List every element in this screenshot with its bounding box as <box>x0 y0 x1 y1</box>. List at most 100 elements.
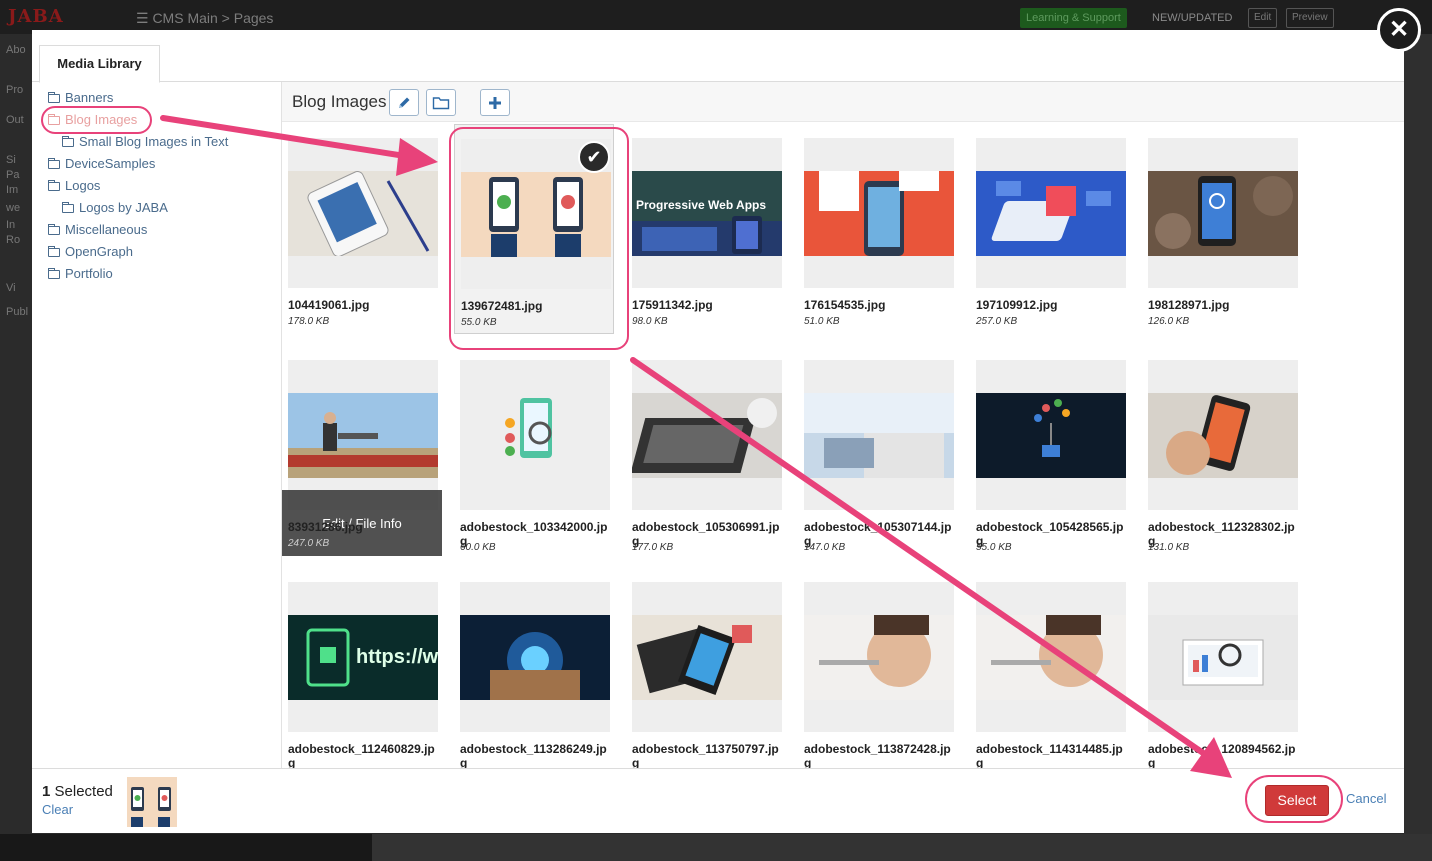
background-left-panel: Abo Pro Out Si Pa Im we In Ro Vi Publ <box>0 34 32 861</box>
clear-selection-link[interactable]: Clear <box>42 802 73 817</box>
folder-tree-label: Small Blog Images in Text <box>79 134 229 149</box>
background-left-label: Pa <box>6 169 20 181</box>
media-item[interactable]: adobestock_103342000.jpg 60.0 KB <box>454 346 614 556</box>
media-filesize: 177.0 KB <box>632 542 674 553</box>
media-thumbnail <box>460 360 610 510</box>
media-filesize: 51.0 KB <box>804 316 840 327</box>
folder-tree-label: Blog Images <box>65 112 138 127</box>
media-filesize: 147.0 KB <box>804 542 846 553</box>
folder-tree-label: Logos by JABA <box>79 200 168 215</box>
media-thumbnail <box>804 360 954 510</box>
plus-icon <box>489 96 501 109</box>
folder-tree-item[interactable]: DeviceSamples <box>48 156 155 171</box>
media-filename: adobestock_113750797.jpg <box>632 742 779 768</box>
folder-icon <box>48 158 60 169</box>
folder-icon <box>48 180 60 191</box>
folder-icon <box>62 136 74 147</box>
rename-folder-button[interactable] <box>389 89 419 116</box>
media-thumbnail <box>804 138 954 288</box>
media-item[interactable]: adobestock_105307144.jpg 147.0 KB <box>798 346 958 556</box>
folder-tree-label: Portfolio <box>65 266 113 281</box>
folder-tree-item[interactable]: OpenGraph <box>48 244 133 259</box>
media-thumbnail <box>1148 582 1298 732</box>
media-thumbnail <box>460 582 610 732</box>
media-thumbnail <box>632 582 782 732</box>
media-grid: 104419061.jpg 178.0 KB ✔ 139672481.jpg 55.0 … <box>282 122 1404 768</box>
background-topbar: JABA ☰ CMS Main > Pages Learning & Suppo… <box>0 0 1432 34</box>
media-item[interactable]: adobestock_105306991.jpg 177.0 KB <box>626 346 786 556</box>
media-item[interactable]: adobestock_105428565.jpg 55.0 KB <box>970 346 1130 556</box>
new-folder-button[interactable] <box>426 89 456 116</box>
new-updated-label: NEW/UPDATED <box>1152 12 1233 24</box>
media-item[interactable]: adobestock_112328302.jpg 131.0 KB <box>1142 346 1302 556</box>
background-left-label: In <box>6 219 16 231</box>
media-item[interactable]: 197109912.jpg 257.0 KB <box>970 124 1130 334</box>
learning-support-button: Learning & Support <box>1020 8 1127 28</box>
folder-tree-label: OpenGraph <box>65 244 133 259</box>
upload-button[interactable] <box>480 89 510 116</box>
close-modal-button[interactable]: ✕ <box>1377 8 1421 52</box>
media-thumbnail <box>976 582 1126 732</box>
media-item[interactable]: https://w adobestock_112460829.jpg <box>282 568 442 768</box>
app-logo: JABA <box>8 6 64 27</box>
select-button[interactable]: Select <box>1265 785 1329 816</box>
media-item[interactable]: adobestock_120894562.jpg <box>1142 568 1302 768</box>
media-item[interactable]: 198128971.jpg 126.0 KB <box>1142 124 1302 334</box>
media-filesize: 98.0 KB <box>632 316 668 327</box>
media-item[interactable]: Edit / File Info 83931286.jpg 247.0 KB <box>282 346 442 556</box>
folder-tree-item[interactable]: Banners <box>48 90 113 105</box>
folder-tree: Banners Blog Images Small Blog Images in T… <box>32 82 282 768</box>
background-bottom-left <box>0 834 372 861</box>
folder-tree-item[interactable]: Logos <box>48 178 100 193</box>
media-thumbnail <box>1148 360 1298 510</box>
media-thumbnail: Progressive Web Apps <box>632 138 782 288</box>
folder-icon <box>432 96 450 109</box>
media-item[interactable]: adobestock_113750797.jpg <box>626 568 786 768</box>
media-item[interactable]: 104419061.jpg 178.0 KB <box>282 124 442 334</box>
folder-tree-item[interactable]: Portfolio <box>48 266 113 281</box>
background-left-label: Vi <box>6 282 16 294</box>
selected-count-label: Selected <box>50 783 113 800</box>
media-filename: adobestock_113286249.jpg <box>460 742 607 768</box>
background-left-label: we <box>6 202 21 214</box>
folder-tree-label: DeviceSamples <box>65 156 156 171</box>
background-right-panel <box>1404 34 1432 834</box>
folder-tree-item[interactable]: Logos by JABA <box>62 200 168 215</box>
media-item[interactable]: adobestock_113872428.jpg <box>798 568 958 768</box>
folder-tree-item[interactable]: Miscellaneous <box>48 222 147 237</box>
folder-icon <box>48 92 60 103</box>
media-filesize: 55.0 KB <box>461 317 497 328</box>
media-content: Blog Images 104419061.jpg 178.0 KB ✔ 139672… <box>282 82 1404 768</box>
media-item[interactable]: Progressive Web Apps 175911342.jpg 98.0 KB <box>626 124 786 334</box>
tab-media-library[interactable]: Media Library <box>39 45 160 83</box>
media-filesize: 257.0 KB <box>976 316 1018 327</box>
media-filename: 176154535.jpg <box>804 298 886 312</box>
background-left-label: Out <box>6 114 24 126</box>
media-filename: adobestock_114314485.jpg <box>976 742 1123 768</box>
folder-tree-item[interactable]: Blog Images <box>48 112 137 127</box>
cancel-link[interactable]: Cancel <box>1346 791 1386 806</box>
folder-tree-label: Banners <box>65 90 114 105</box>
media-library-modal: Media Library Banners Blog Images Small Bl… <box>32 30 1404 833</box>
background-left-label: Abo <box>6 44 26 56</box>
media-item[interactable]: adobestock_113286249.jpg <box>454 568 614 768</box>
media-thumbnail <box>1148 138 1298 288</box>
media-filesize: 55.0 KB <box>976 542 1012 553</box>
pencil-icon <box>399 97 410 108</box>
folder-tree-item[interactable]: Small Blog Images in Text <box>62 134 228 149</box>
media-filesize: 60.0 KB <box>460 542 496 553</box>
folder-icon <box>48 224 60 235</box>
media-item[interactable]: ✔ 139672481.jpg 55.0 KB <box>454 124 614 334</box>
media-item[interactable]: 176154535.jpg 51.0 KB <box>798 124 958 334</box>
background-left-label: Publ <box>6 306 29 318</box>
folder-icon <box>48 114 60 125</box>
folder-icon <box>48 246 60 257</box>
folder-title: Blog Images <box>292 92 387 111</box>
thumbnail-caption: Progressive Web Apps <box>636 198 767 212</box>
media-filesize: 126.0 KB <box>1148 316 1190 327</box>
media-filename: adobestock_120894562.jpg <box>1148 742 1296 768</box>
media-filename: 175911342.jpg <box>632 298 713 312</box>
media-item[interactable]: adobestock_114314485.jpg <box>970 568 1130 768</box>
breadcrumb: ☰ CMS Main > Pages <box>136 10 274 26</box>
media-filename: adobestock_112460829.jpg <box>288 742 435 768</box>
